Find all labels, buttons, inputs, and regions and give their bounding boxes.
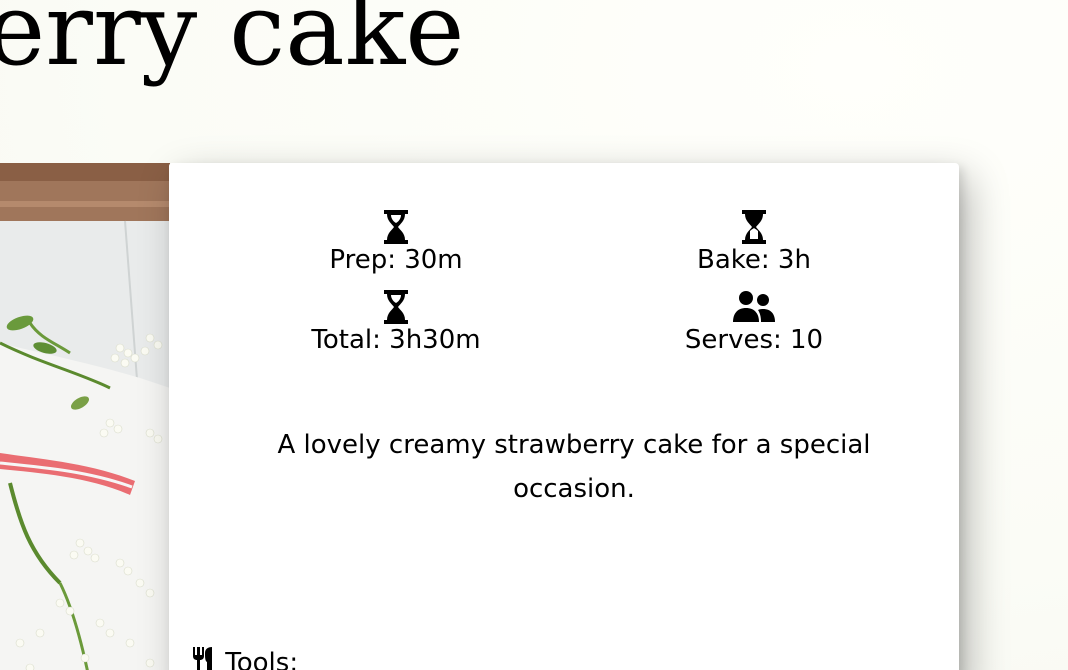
recipe-photo <box>0 163 170 670</box>
recipe-page: erry cake Prep: 30m Bake: 3h Total: 3h30… <box>0 0 1068 670</box>
recipe-card: Prep: 30m Bake: 3h Total: 3h30m Serves: … <box>169 163 959 670</box>
serves-stat: Serves: 10 <box>624 289 884 355</box>
total-time-label: Total: 3h30m <box>311 325 481 355</box>
recipe-description: A lovely creamy strawberry cake for a sp… <box>277 430 871 504</box>
hourglass-end-icon <box>266 209 526 249</box>
user-group-icon <box>624 289 884 329</box>
tools-heading: Tools: <box>191 647 298 670</box>
prep-time-stat: Prep: 30m <box>266 209 526 275</box>
tools-label: Tools: <box>225 648 299 670</box>
total-time-stat: Total: 3h30m <box>266 289 526 355</box>
recipe-title: erry cake <box>0 0 465 88</box>
prep-time-label: Prep: 30m <box>329 245 463 275</box>
hourglass-half-icon <box>624 209 884 249</box>
utensils-icon <box>191 647 225 670</box>
serves-label: Serves: 10 <box>684 325 824 355</box>
bake-time-stat: Bake: 3h <box>624 209 884 275</box>
hourglass-end-icon <box>266 289 526 329</box>
bake-time-label: Bake: 3h <box>697 245 811 275</box>
